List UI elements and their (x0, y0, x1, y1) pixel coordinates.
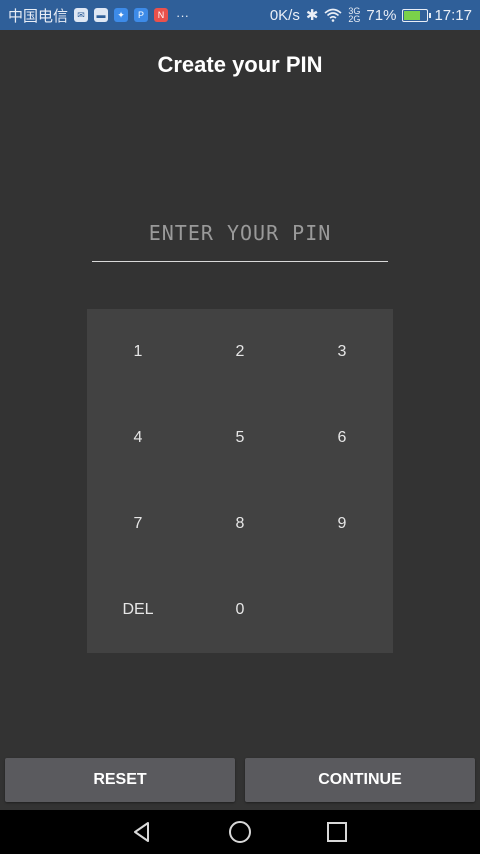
message-notification-icon: ✉ (74, 8, 89, 22)
key-2[interactable]: 2 (189, 309, 291, 395)
navigation-bar (0, 810, 480, 854)
wifi-icon (324, 8, 342, 22)
bluetooth-icon: ✱ (305, 7, 319, 24)
cellular-signal-icon: 3G 2G (348, 7, 361, 24)
key-6[interactable]: 6 (291, 395, 393, 481)
status-bar: 中国电信 ✉ ▬ ✦ P N ··· 0K/s ✱ 3G 2G 71% 17:1… (0, 0, 480, 30)
key-delete[interactable]: DEL (87, 567, 189, 653)
key-0[interactable]: 0 (189, 567, 291, 653)
reset-button[interactable]: RESET (5, 758, 235, 802)
game-notification-icon: ✦ (114, 8, 129, 22)
pin-input[interactable] (92, 214, 388, 262)
more-notifications-icon: ··· (176, 7, 190, 23)
key-8[interactable]: 8 (189, 481, 291, 567)
clock: 17:17 (434, 6, 472, 24)
battery-icon (402, 8, 432, 22)
battery-level-fill (404, 10, 421, 20)
recent-apps-icon[interactable] (325, 820, 349, 844)
home-icon[interactable] (228, 820, 252, 844)
key-5[interactable]: 5 (189, 395, 291, 481)
numeric-keypad: 1 2 3 4 5 6 7 8 9 DEL 0 (87, 309, 393, 653)
key-9[interactable]: 9 (291, 481, 393, 567)
key-7[interactable]: 7 (87, 481, 189, 567)
back-icon[interactable] (130, 820, 154, 844)
key-4[interactable]: 4 (87, 395, 189, 481)
page-title: Create your PIN (157, 52, 323, 77)
status-bar-right: 0K/s ✱ 3G 2G 71% 17:17 (269, 6, 472, 25)
chat-notification-icon: ▬ (94, 8, 109, 22)
signal-label-2g: 2G (348, 14, 361, 24)
key-empty (291, 567, 393, 653)
carrier-name: 中国电信 (8, 6, 69, 25)
key-1[interactable]: 1 (87, 309, 189, 395)
continue-button[interactable]: CONTINUE (245, 758, 475, 802)
key-3[interactable]: 3 (291, 309, 393, 395)
network-speed: 0K/s (269, 6, 300, 24)
app-notification-icon: N (154, 8, 169, 22)
battery-percent: 71% (366, 6, 397, 24)
payment-notification-icon: P (134, 8, 149, 22)
status-bar-left: 中国电信 ✉ ▬ ✦ P N ··· (8, 5, 189, 26)
